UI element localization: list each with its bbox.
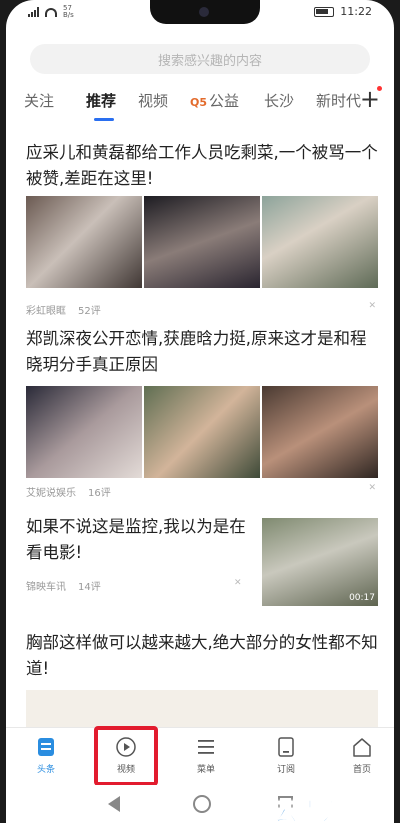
tab-video[interactable]: 视频 (138, 90, 168, 111)
comment-count: 14评 (78, 582, 101, 593)
article-card[interactable]: 胸部这样做可以越来越大,绝大部分的女性都不知道! (26, 630, 378, 730)
tab-menu[interactable]: 菜单 (176, 736, 236, 775)
article-meta: 艾妮说娱乐 16评 (26, 484, 111, 499)
article-source: 彩虹眼眶 (26, 306, 66, 317)
article-image (262, 386, 378, 478)
tab-new-era[interactable]: 新时代 (316, 90, 361, 111)
article-image (26, 690, 378, 730)
close-icon[interactable]: ✕ (368, 483, 376, 493)
tab-subscribe[interactable]: 订阅 (256, 736, 316, 775)
article-source: 艾妮说娱乐 (26, 488, 76, 499)
video-thumbnail[interactable]: 00:17 (262, 518, 378, 606)
battery-icon (314, 6, 335, 17)
article-image (144, 386, 260, 478)
tab-home[interactable]: 首页 (332, 736, 392, 775)
headlines-icon (38, 738, 54, 756)
article-card[interactable]: 郑凯深夜公开恋情,获鹿晗力挺,原来这才是和程晓玥分手真正原因 艾妮说娱乐 16评… (26, 326, 378, 499)
close-icon[interactable]: ✕ (234, 578, 242, 588)
video-duration: 00:17 (349, 593, 375, 603)
notification-dot (377, 86, 382, 91)
tab-changsha[interactable]: 长沙 (264, 90, 294, 111)
signal-icon (28, 7, 39, 17)
article-image (262, 196, 378, 288)
home-button-icon[interactable] (193, 795, 211, 813)
article-meta: 锦映车讯 14评 (26, 578, 101, 593)
tab-follow[interactable]: 关注 (24, 90, 54, 111)
home-icon (353, 738, 371, 757)
tab-recommend[interactable]: 推荐 (86, 90, 116, 121)
article-card[interactable]: 应采儿和黄磊都给工作人员吃剩菜,一个被骂一个被赞,差距在这里! 彩虹眼眶 52评… (26, 140, 378, 317)
watermark: 云南龙网 (274, 798, 371, 823)
phone-screen: 57 B/s 11:22 搜索感兴趣的内容 关注 推荐 视频 Q5 公益 长沙 新时… (6, 0, 394, 823)
article-meta: 彩虹眼眶 52评 (26, 302, 101, 317)
article-title: 应采儿和黄磊都给工作人员吃剩菜,一个被骂一个被赞,差距在这里! (26, 143, 378, 188)
article-title: 如果不说这是监控,我以为是在看电影! (26, 517, 246, 562)
wifi-icon (45, 7, 57, 17)
network-speed: 57 B/s (63, 4, 74, 19)
back-icon[interactable] (108, 796, 120, 812)
article-source: 锦映车讯 (26, 582, 66, 593)
tab-charity[interactable]: Q5 公益 (190, 90, 239, 111)
channel-tabs: 关注 推荐 视频 Q5 公益 长沙 新时代 + (24, 85, 386, 121)
close-icon[interactable]: ✕ (368, 301, 376, 311)
clock: 11:22 (340, 5, 372, 18)
article-image (26, 196, 142, 288)
tab-headlines[interactable]: 头条 (16, 736, 76, 775)
article-title: 郑凯深夜公开恋情,获鹿晗力挺,原来这才是和程晓玥分手真正原因 (26, 329, 367, 374)
comment-count: 52评 (78, 306, 101, 317)
article-images (26, 196, 378, 288)
article-image (26, 386, 142, 478)
article-image (144, 196, 260, 288)
article-card[interactable]: 如果不说这是监控,我以为是在看电影! 锦映车讯 14评 ✕ 00:17 (26, 514, 378, 614)
comment-count: 16评 (88, 488, 111, 499)
subscribe-icon (278, 737, 294, 757)
bottom-tab-bar: 头条 视频 菜单 订阅 首页 (6, 727, 394, 785)
article-images (26, 386, 378, 478)
charity-icon: Q5 (190, 96, 208, 109)
menu-icon (198, 740, 214, 754)
article-title: 胸部这样做可以越来越大,绝大部分的女性都不知道! (26, 633, 378, 678)
video-tab-highlight (94, 726, 158, 786)
search-input[interactable]: 搜索感兴趣的内容 (30, 44, 370, 74)
status-bar: 57 B/s 11:22 (28, 5, 372, 21)
